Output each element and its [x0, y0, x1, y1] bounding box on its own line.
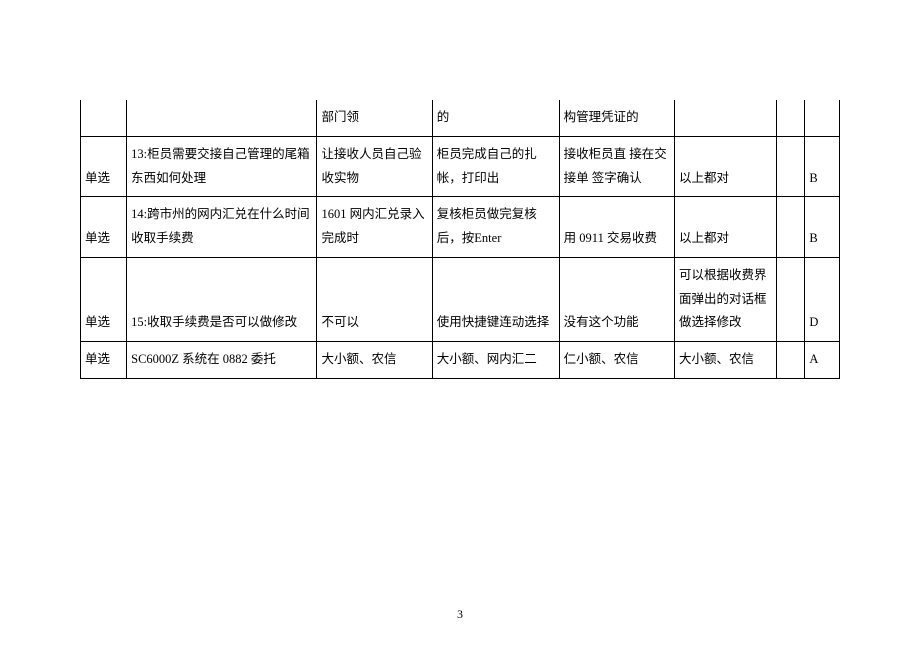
table-row: 单选 SC6000Z 系统在 0882 委托 大小额、农信 大小额、网内汇二 仁…	[81, 342, 840, 379]
cell-answer	[805, 100, 840, 136]
cell-type: 单选	[81, 136, 127, 197]
table-row: 单选 14:跨市州的网内汇兑在什么时间收取手续费 1601 网内汇兑录入完成时 …	[81, 197, 840, 258]
cell-option-d: 以上都对	[675, 136, 777, 197]
cell-type: 单选	[81, 197, 127, 258]
cell-option-d: 以上都对	[675, 197, 777, 258]
cell-option-d	[675, 100, 777, 136]
cell-option-d: 大小额、农信	[675, 342, 777, 379]
cell-option-e	[776, 342, 805, 379]
cell-question	[127, 100, 317, 136]
cell-option-b: 大小额、网内汇二	[432, 342, 559, 379]
table-row: 单选 15:收取手续费是否可以做修改 不可以 使用快捷键连动选择 没有这个功能 …	[81, 257, 840, 341]
cell-type	[81, 100, 127, 136]
cell-option-c: 仁小额、农信	[559, 342, 674, 379]
cell-option-e	[776, 257, 805, 341]
table-row: 部门领 的 构管理凭证的	[81, 100, 840, 136]
cell-option-a: 让接收人员自己验收实物	[317, 136, 432, 197]
cell-question: 14:跨市州的网内汇兑在什么时间收取手续费	[127, 197, 317, 258]
cell-option-b: 使用快捷键连动选择	[432, 257, 559, 341]
cell-option-e	[776, 100, 805, 136]
cell-option-c: 构管理凭证的	[559, 100, 674, 136]
cell-option-b: 复核柜员做完复核后，按Enter	[432, 197, 559, 258]
cell-type: 单选	[81, 257, 127, 341]
cell-type: 单选	[81, 342, 127, 379]
table-row: 单选 13:柜员需要交接自己管理的尾箱东西如何处理 让接收人员自己验收实物 柜员…	[81, 136, 840, 197]
cell-option-b: 的	[432, 100, 559, 136]
question-table: 部门领 的 构管理凭证的 单选 13:柜员需要交接自己管理的尾箱东西如何处理 让…	[80, 100, 840, 379]
cell-question: 13:柜员需要交接自己管理的尾箱东西如何处理	[127, 136, 317, 197]
cell-option-e	[776, 136, 805, 197]
cell-option-a: 部门领	[317, 100, 432, 136]
cell-answer: A	[805, 342, 840, 379]
cell-option-c: 接收柜员直 接在交接单 签字确认	[559, 136, 674, 197]
cell-option-c: 没有这个功能	[559, 257, 674, 341]
cell-option-e	[776, 197, 805, 258]
cell-question: SC6000Z 系统在 0882 委托	[127, 342, 317, 379]
cell-option-a: 不可以	[317, 257, 432, 341]
cell-option-a: 大小额、农信	[317, 342, 432, 379]
cell-answer: B	[805, 136, 840, 197]
cell-answer: D	[805, 257, 840, 341]
document-page: 部门领 的 构管理凭证的 单选 13:柜员需要交接自己管理的尾箱东西如何处理 让…	[0, 0, 920, 650]
cell-option-a: 1601 网内汇兑录入完成时	[317, 197, 432, 258]
cell-option-b: 柜员完成自己的扎帐，打印出	[432, 136, 559, 197]
cell-answer: B	[805, 197, 840, 258]
page-number: 3	[0, 607, 920, 622]
cell-question: 15:收取手续费是否可以做修改	[127, 257, 317, 341]
cell-option-c: 用 0911 交易收费	[559, 197, 674, 258]
cell-option-d: 可以根据收费界面弹出的对话框做选择修改	[675, 257, 777, 341]
